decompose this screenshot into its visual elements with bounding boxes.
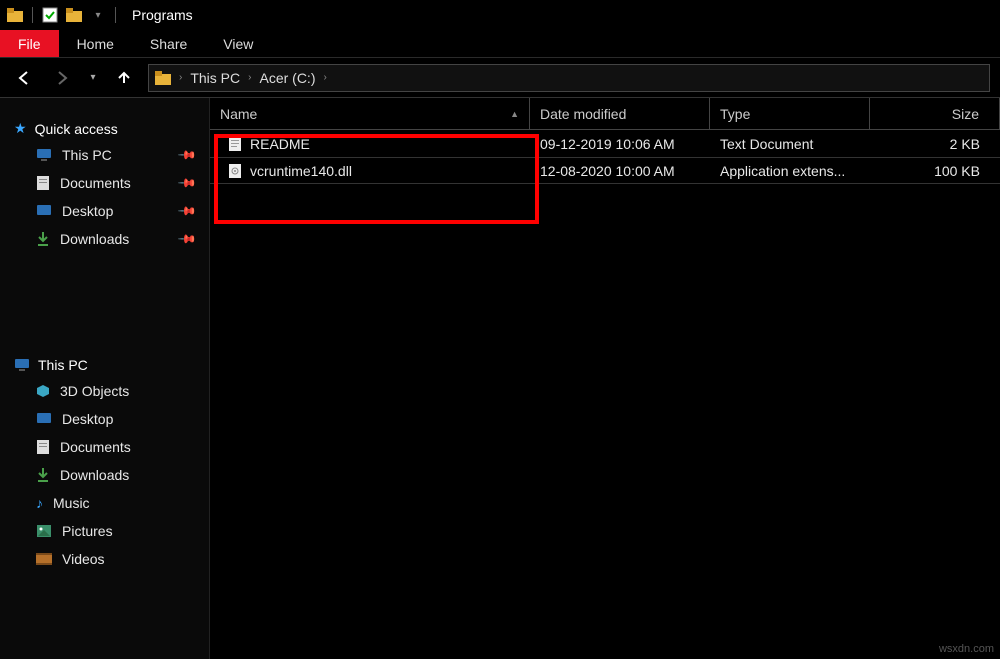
tab-home[interactable]: Home	[59, 30, 132, 57]
file-row[interactable]: README 09-12-2019 10:06 AM Text Document…	[210, 130, 1000, 157]
forward-button[interactable]	[48, 64, 76, 92]
sidebar-item-label: Desktop	[62, 411, 113, 427]
sidebar-item-label: Videos	[62, 551, 105, 567]
videos-icon	[36, 553, 52, 565]
file-date: 12-08-2020 10:00 AM	[530, 163, 710, 179]
sidebar-item-label: 3D Objects	[60, 383, 129, 399]
tab-view[interactable]: View	[205, 30, 271, 57]
nav-bar: ▾ › This PC › Acer (C:) ›	[0, 58, 1000, 98]
column-name-label: Name	[220, 106, 257, 122]
file-rows: README 09-12-2019 10:06 AM Text Document…	[210, 130, 1000, 184]
file-name: vcruntime140.dll	[250, 163, 352, 179]
pictures-icon	[36, 524, 52, 538]
breadcrumb-drive[interactable]: Acer (C:)	[259, 70, 315, 86]
sidebar-item-label: Documents	[60, 175, 131, 191]
file-name: README	[250, 136, 310, 152]
quick-access-label: Quick access	[35, 121, 118, 137]
window-title: Programs	[132, 7, 193, 23]
breadcrumb-this-pc[interactable]: This PC	[190, 70, 240, 86]
this-pc-group[interactable]: This PC	[0, 353, 209, 377]
file-tab[interactable]: File	[0, 30, 59, 57]
sidebar-item-downloads-2[interactable]: Downloads	[0, 461, 209, 489]
sidebar-item-label: Downloads	[60, 231, 129, 247]
back-button[interactable]	[10, 64, 38, 92]
file-row[interactable]: vcruntime140.dll 12-08-2020 10:00 AM App…	[210, 157, 1000, 184]
pin-icon: 📌	[177, 229, 197, 249]
document-icon	[36, 439, 50, 455]
pc-icon	[36, 148, 52, 162]
drive-icon	[155, 71, 171, 85]
file-type: Application extens...	[710, 163, 870, 179]
column-name[interactable]: Name ▲	[210, 98, 530, 129]
file-list-pane: Name ▲ Date modified Type Size README 09…	[210, 98, 1000, 659]
separator	[32, 7, 33, 23]
download-icon	[36, 467, 50, 483]
desktop-icon	[36, 204, 52, 218]
folder-icon	[6, 6, 24, 24]
ribbon: File Home Share View	[0, 30, 1000, 58]
column-type[interactable]: Type	[710, 98, 870, 129]
separator	[115, 7, 116, 23]
sidebar-item-label: Pictures	[62, 523, 113, 539]
sidebar-item-downloads[interactable]: Downloads 📌	[0, 225, 209, 253]
sidebar-item-desktop-2[interactable]: Desktop	[0, 405, 209, 433]
title-bar: ▾ Programs	[0, 0, 1000, 30]
dll-file-icon	[228, 163, 242, 179]
pin-icon: 📌	[177, 145, 197, 165]
sidebar-item-documents-2[interactable]: Documents	[0, 433, 209, 461]
column-size[interactable]: Size	[870, 98, 1000, 129]
sidebar-item-pictures[interactable]: Pictures	[0, 517, 209, 545]
sidebar-item-documents[interactable]: Documents 📌	[0, 169, 209, 197]
3d-icon	[36, 384, 50, 398]
column-headers: Name ▲ Date modified Type Size	[210, 98, 1000, 130]
sidebar-item-label: This PC	[62, 147, 112, 163]
sidebar-item-music[interactable]: ♪ Music	[0, 489, 209, 517]
qat-dropdown-icon[interactable]: ▾	[89, 6, 107, 24]
quick-access-group[interactable]: ★ Quick access	[0, 116, 209, 141]
chevron-right-icon[interactable]: ›	[323, 72, 326, 83]
file-date: 09-12-2019 10:06 AM	[530, 136, 710, 152]
sidebar-item-this-pc[interactable]: This PC 📌	[0, 141, 209, 169]
sidebar-item-label: Music	[53, 495, 90, 511]
sidebar-item-videos[interactable]: Videos	[0, 545, 209, 573]
recent-dropdown[interactable]: ▾	[86, 64, 100, 92]
sort-indicator-icon: ▲	[510, 109, 519, 119]
column-date[interactable]: Date modified	[530, 98, 710, 129]
pc-icon	[14, 358, 30, 372]
star-icon: ★	[14, 120, 27, 137]
address-bar[interactable]: › This PC › Acer (C:) ›	[148, 64, 990, 92]
chevron-right-icon[interactable]: ›	[179, 72, 182, 83]
desktop-icon	[36, 412, 52, 426]
sidebar-item-3d-objects[interactable]: 3D Objects	[0, 377, 209, 405]
text-file-icon	[228, 136, 242, 152]
main-pane: ★ Quick access This PC 📌 Documents 📌 Des…	[0, 98, 1000, 659]
pin-icon: 📌	[177, 201, 197, 221]
pin-icon: 📌	[177, 173, 197, 193]
sidebar-item-label: Downloads	[60, 467, 129, 483]
tab-share[interactable]: Share	[132, 30, 205, 57]
sidebar-item-desktop[interactable]: Desktop 📌	[0, 197, 209, 225]
this-pc-label: This PC	[38, 357, 88, 373]
chevron-right-icon[interactable]: ›	[248, 72, 251, 83]
watermark: wsxdn.com	[939, 643, 994, 655]
file-type: Text Document	[710, 136, 870, 152]
music-icon: ♪	[36, 495, 43, 511]
file-size: 100 KB	[870, 163, 1000, 179]
sidebar-item-label: Documents	[60, 439, 131, 455]
download-icon	[36, 231, 50, 247]
file-size: 2 KB	[870, 136, 1000, 152]
document-icon	[36, 175, 50, 191]
properties-icon[interactable]	[41, 6, 59, 24]
navigation-pane: ★ Quick access This PC 📌 Documents 📌 Des…	[0, 98, 210, 659]
sidebar-item-label: Desktop	[62, 203, 113, 219]
up-button[interactable]	[110, 64, 138, 92]
qat-folder-icon[interactable]	[65, 6, 83, 24]
